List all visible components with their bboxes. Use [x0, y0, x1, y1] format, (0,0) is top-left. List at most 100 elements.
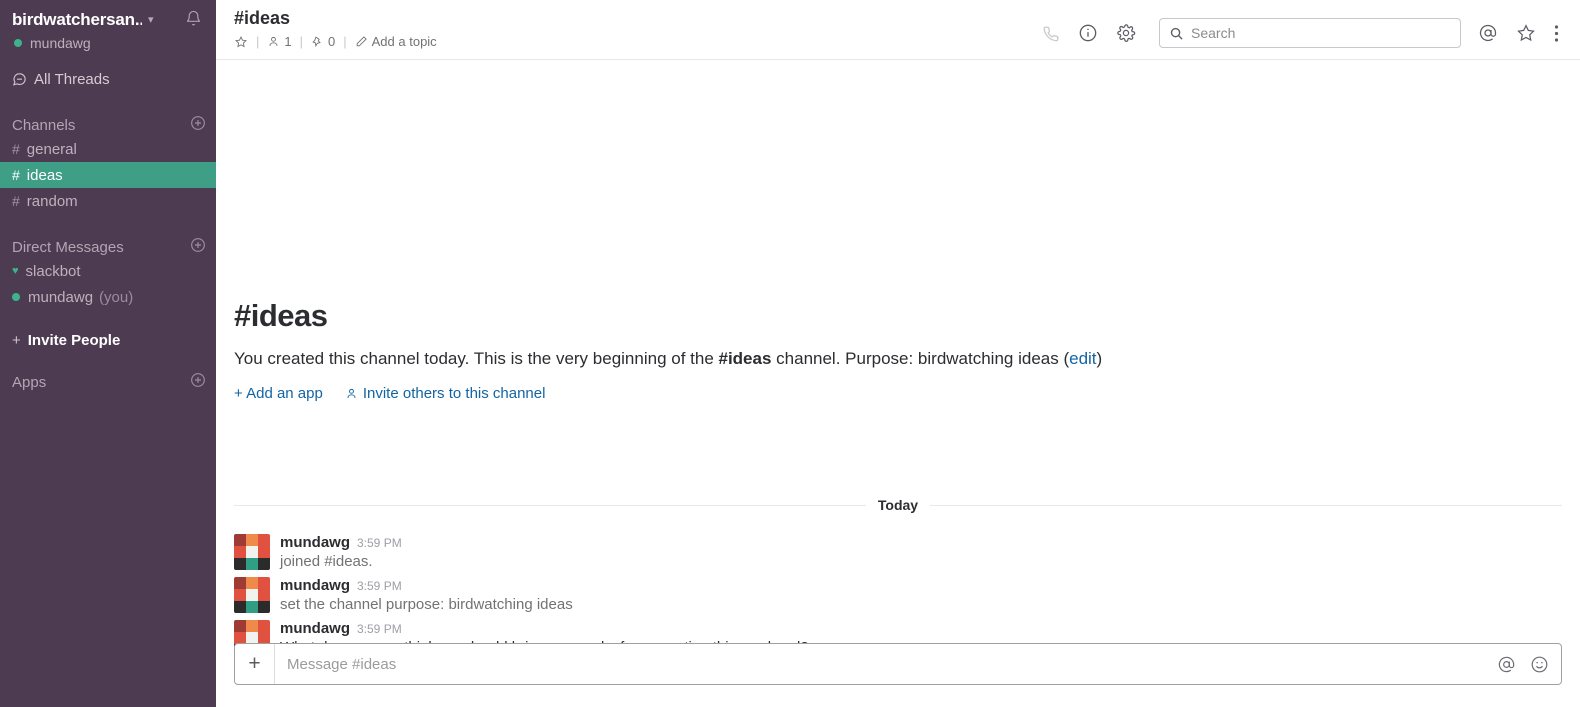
sidebar-item-random[interactable]: # random	[0, 188, 216, 214]
invite-people-button[interactable]: + Invite People	[0, 332, 216, 349]
at-icon[interactable]	[1497, 655, 1516, 674]
channel-topbar-left: #ideas | 1 | 0 | Add a topic	[234, 8, 437, 49]
attach-button[interactable]: +	[235, 644, 275, 684]
message-input[interactable]: Message #ideas	[275, 656, 1483, 673]
message-text: set the channel purpose: birdwatching id…	[280, 596, 573, 613]
channel-intro-name: ideas	[250, 298, 328, 333]
sidebar-item-mundawg-suffix: (you)	[99, 288, 134, 306]
sidebar-item-ideas-label: ideas	[26, 166, 63, 184]
smiley-icon[interactable]	[1530, 655, 1549, 674]
channel-topbar-actions: Search	[1032, 8, 1568, 48]
hash-icon: #	[12, 141, 20, 157]
main-panel: #ideas | 1 | 0 | Add a topic Search #ide…	[216, 0, 1580, 707]
sidebar-section-apps-header[interactable]: Apps	[0, 371, 216, 393]
message-list: mundawg 3:59 PM joined #ideas. mundawg 3…	[216, 530, 1580, 659]
table-row[interactable]: mundawg 3:59 PM joined #ideas.	[234, 530, 1562, 573]
search-input[interactable]: Search	[1159, 18, 1461, 48]
add-topic-label: Add a topic	[371, 34, 437, 49]
bell-icon[interactable]	[185, 10, 202, 32]
at-icon[interactable]	[1478, 23, 1498, 43]
message-timestamp: 3:59 PM	[357, 579, 402, 593]
presence-dot-icon	[12, 293, 20, 301]
gear-icon[interactable]	[1116, 23, 1136, 43]
edit-purpose-link[interactable]: edit	[1069, 349, 1096, 368]
message-body: mundawg 3:59 PM joined #ideas.	[280, 534, 1562, 571]
pencil-icon	[356, 36, 367, 47]
sidebar-item-mundawg-label: mundawg	[28, 288, 94, 306]
page-title: #ideas	[234, 8, 291, 28]
slack-window: birdwatchersan... ▾ mundawg All Threads	[0, 0, 1580, 707]
message-text: joined #ideas.	[280, 553, 373, 570]
hash-icon: #	[12, 167, 20, 183]
meta-separator: |	[343, 34, 347, 49]
current-user[interactable]: mundawg	[0, 32, 216, 51]
message-timestamp: 3:59 PM	[357, 622, 402, 636]
search-icon	[1170, 27, 1183, 40]
sidebar-item-mundawg[interactable]: mundawg (you)	[0, 284, 216, 310]
pin-icon	[312, 36, 321, 48]
message-area: #ideas You created this channel today. T…	[216, 60, 1580, 707]
phone-icon[interactable]	[1041, 24, 1060, 43]
sidebar-section-dm-header[interactable]: Direct Messages	[0, 236, 216, 258]
composer-inner: + Message #ideas	[234, 643, 1562, 685]
channel-intro-actions: + Add an app Invite others to this chann…	[234, 385, 1562, 402]
plus-icon: +	[12, 332, 21, 349]
intro-text-part2: channel. Purpose: birdwatching ideas (	[771, 349, 1070, 368]
invite-others-label: Invite others to this channel	[362, 385, 546, 402]
meta-separator: |	[256, 34, 260, 49]
kebab-menu-icon[interactable]	[1554, 24, 1559, 43]
sidebar-item-random-label: random	[26, 192, 78, 210]
sidebar-section-channels-title: Channels	[12, 116, 76, 134]
members-count-label: 1	[284, 34, 292, 49]
divider-line-right	[930, 504, 1563, 506]
pins-count-label: 0	[328, 34, 336, 49]
sidebar-item-ideas[interactable]: # ideas	[0, 162, 216, 188]
avatar[interactable]	[234, 534, 270, 570]
sidebar-item-slackbot[interactable]: ♥ slackbot	[0, 258, 216, 284]
date-divider-label: Today	[877, 497, 919, 513]
add-an-app-button[interactable]: + Add an app	[234, 385, 323, 402]
table-row[interactable]: mundawg 3:59 PM set the channel purpose:…	[234, 573, 1562, 616]
presence-dot-icon	[14, 39, 22, 47]
message-header: mundawg 3:59 PM	[280, 577, 1562, 594]
invite-people-label: Invite People	[27, 332, 121, 349]
channel-intro-body: You created this channel today. This is …	[234, 348, 1562, 370]
add-topic-button[interactable]: Add a topic	[355, 34, 437, 49]
message-composer: + Message #ideas	[234, 643, 1562, 685]
message-author[interactable]: mundawg	[280, 534, 350, 551]
message-author[interactable]: mundawg	[280, 620, 350, 637]
plus-circle-icon[interactable]	[190, 115, 206, 135]
avatar[interactable]	[234, 577, 270, 613]
intro-text-part1: You created this channel today. This is …	[234, 349, 719, 368]
invite-others-button[interactable]: Invite others to this channel	[345, 385, 546, 402]
meta-separator: |	[299, 34, 304, 49]
message-body: mundawg 3:59 PM set the channel purpose:…	[280, 577, 1562, 614]
starred-items-icon[interactable]	[1516, 23, 1536, 43]
intro-text-part3: )	[1096, 349, 1103, 368]
members-count[interactable]: 1	[267, 34, 292, 49]
message-header: mundawg 3:59 PM	[280, 534, 1562, 551]
star-outline-icon[interactable]	[234, 35, 248, 49]
sidebar-section-direct-messages: Direct Messages ♥ slackbot mundawg (you)	[0, 236, 216, 310]
sidebar-section-apps-title: Apps	[12, 373, 47, 391]
search-placeholder: Search	[1191, 25, 1236, 41]
threads-icon	[12, 73, 26, 86]
sidebar-section-channels-header[interactable]: Channels	[0, 114, 216, 136]
divider-line-left	[234, 504, 866, 506]
pins-count[interactable]: 0	[311, 34, 335, 49]
workspace-header[interactable]: birdwatchersan... ▾	[0, 0, 216, 32]
sidebar-item-all-threads[interactable]: All Threads	[0, 67, 216, 92]
chevron-down-icon[interactable]: ▾	[148, 10, 154, 30]
message-author[interactable]: mundawg	[280, 577, 350, 594]
sidebar-section-apps: Apps	[0, 371, 216, 393]
message-header: mundawg 3:59 PM	[280, 620, 1562, 637]
hash-icon: #	[234, 298, 251, 333]
workspace-name[interactable]: birdwatchersan...	[12, 10, 142, 30]
plus-circle-icon[interactable]	[190, 237, 206, 257]
composer-actions	[1483, 655, 1561, 674]
plus-circle-icon[interactable]	[190, 372, 206, 392]
sidebar-item-slackbot-label: slackbot	[25, 262, 81, 280]
info-circle-icon[interactable]	[1078, 23, 1098, 43]
channel-intro-heading: #ideas	[234, 298, 1562, 334]
sidebar-item-general[interactable]: # general	[0, 136, 216, 162]
